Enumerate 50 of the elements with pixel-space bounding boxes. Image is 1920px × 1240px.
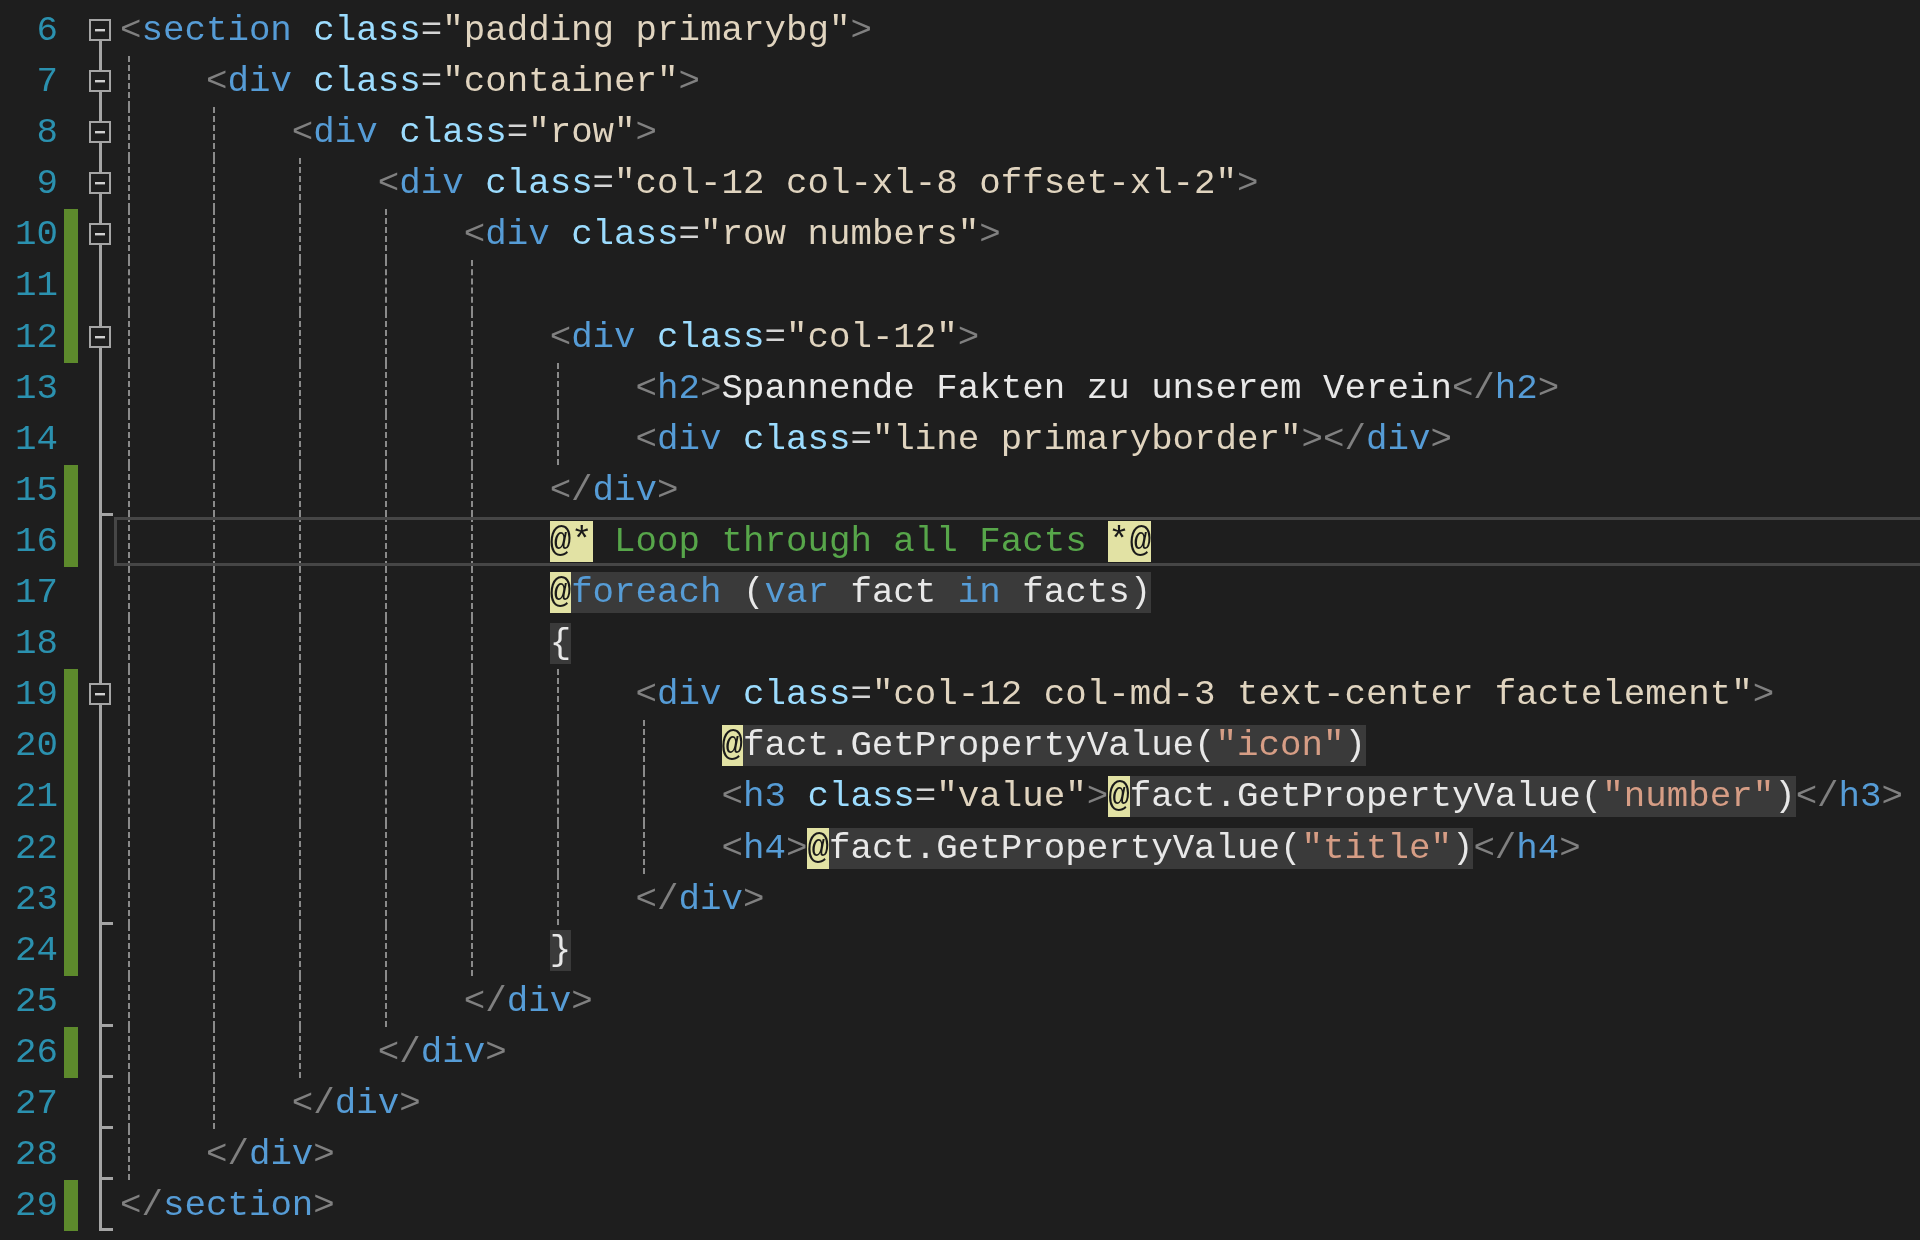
code-line: <h3 class="value">@fact.GetPropertyValue("number")</h3> [720,776,1904,818]
code-line: </div> [290,1082,421,1124]
line-number: 19 [14,673,58,718]
code-line: @* Loop through all Facts *@ [548,520,1152,562]
line-number: 28 [14,1133,58,1178]
collapse-icon[interactable] [89,223,111,246]
code-line: <div class="line primaryborder"></div> [634,418,1452,460]
code-line: </div> [462,980,593,1022]
code-line: @foreach (var fact in facts) [548,572,1152,614]
line-number: 11 [14,264,58,309]
code-line: <section class="padding primarybg"> [120,10,872,51]
line-number: 6 [35,9,58,53]
line-number: 20 [14,724,58,769]
code-line: </div> [204,1134,335,1176]
collapse-icon[interactable] [89,19,111,41]
line-number: 12 [14,315,58,360]
line-number: 18 [14,622,58,667]
line-number: 8 [35,111,58,156]
line-number: 22 [14,826,58,871]
collapse-icon[interactable] [89,70,111,93]
code-line: <div class="col-12 col-xl-8 offset-xl-2"> [376,163,1259,205]
line-number: 25 [14,979,58,1024]
code-line: <div class="col-12 col-md-3 text-center factelement"> [634,674,1775,716]
line-number: 13 [14,366,58,411]
line-number: 10 [14,213,58,258]
line-number: 27 [14,1081,58,1126]
line-number: 15 [14,468,58,513]
code-line: <div class="container"> [204,61,701,103]
code-line: <div class="row numbers"> [462,214,1001,256]
line-number: 17 [14,571,58,616]
line-number: 21 [14,775,58,820]
code-line: </div> [548,469,679,511]
code-line: <div class="row"> [290,112,658,154]
collapse-icon[interactable] [89,325,111,348]
code-line: </div> [376,1031,507,1073]
collapse-icon[interactable] [89,121,111,144]
line-number: 23 [14,877,58,922]
code-line: <div class="col-12"> [548,316,980,358]
code-line: </section> [120,1185,335,1227]
line-number: 26 [14,1030,58,1075]
collapse-icon[interactable] [89,683,111,706]
line-number: 9 [35,162,58,207]
collapse-icon[interactable] [89,172,111,195]
code-line: <h2>Spannende Fakten zu unserem Verein</h2> [634,367,1560,409]
code-line: </div> [634,878,765,920]
line-number: 24 [14,928,58,973]
line-number: 14 [14,417,58,462]
line-number: 29 [14,1184,58,1229]
line-number: 7 [35,60,58,105]
line-number: 16 [14,519,58,564]
